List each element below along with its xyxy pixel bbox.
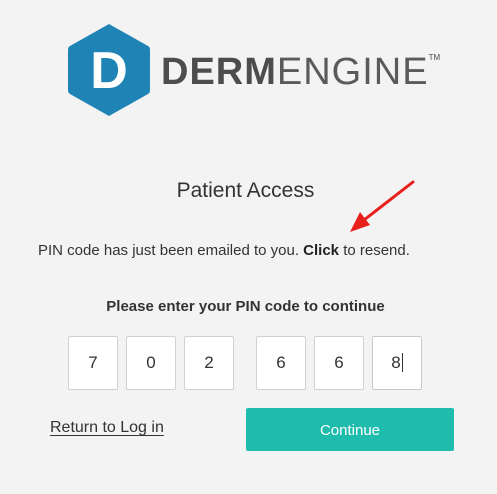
- continue-button[interactable]: Continue: [246, 408, 454, 451]
- logo-wordmark: DERMENGINETM: [161, 51, 440, 94]
- pin-sent-text: PIN code has just been emailed to you.: [38, 242, 304, 259]
- return-to-login-link[interactable]: Return to Log in: [50, 419, 164, 437]
- pin-digit-6[interactable]: 8: [372, 336, 422, 390]
- logo-word-bold: DERM: [161, 50, 277, 93]
- pin-digit-4[interactable]: 6: [256, 336, 306, 390]
- annotation-arrow-icon: [350, 180, 415, 232]
- text-caret: [401, 353, 403, 373]
- pin-sent-message: PIN code has just been emailed to you. C…: [38, 242, 410, 259]
- dermengine-logo: D DERMENGINETM: [66, 22, 440, 118]
- logo-word-light: ENGINE: [276, 50, 429, 93]
- resend-link[interactable]: Click: [303, 242, 339, 259]
- pin-digit-2[interactable]: 0: [126, 336, 176, 390]
- pin-digit-1[interactable]: 7: [68, 336, 118, 390]
- trademark-mark: TM: [428, 52, 441, 62]
- logo-letter: D: [90, 42, 128, 100]
- pin-digit-3[interactable]: 2: [184, 336, 234, 390]
- logo-hexagon-icon: D: [68, 24, 150, 116]
- pin-prompt: Please enter your PIN code to continue: [106, 298, 385, 315]
- pin-digit-5[interactable]: 6: [314, 336, 364, 390]
- pin-sent-suffix: to resend.: [339, 242, 410, 259]
